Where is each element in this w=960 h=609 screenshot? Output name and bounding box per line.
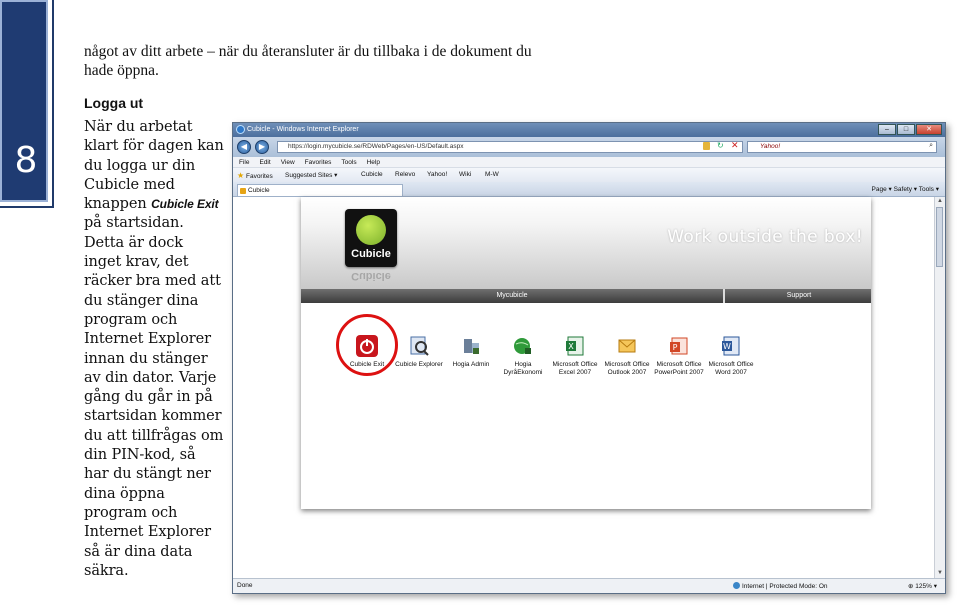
- menu-bar: File Edit View Favorites Tools Help: [233, 157, 945, 168]
- excel-icon: X: [564, 335, 586, 357]
- body-paragraph: När du arbetat klart för dagen kan du lo…: [84, 118, 224, 581]
- tagline: Work outside the box!: [667, 227, 863, 247]
- minimize-button[interactable]: –: [878, 124, 896, 135]
- favorites-bar: ★ Favorites Suggested Sites ▾ Cubicle Re…: [233, 168, 945, 183]
- window-title: Cubicle - Windows Internet Explorer: [247, 126, 359, 133]
- command-bar[interactable]: Page ▾ Safety ▾ Tools ▾: [872, 185, 939, 193]
- favorites-label: Favorites: [245, 173, 273, 180]
- search-placeholder: Yahoo!: [760, 143, 781, 150]
- app-excel[interactable]: X Microsoft Office Excel 2007: [549, 335, 601, 376]
- power-icon: [356, 335, 378, 357]
- page-tab-inner: 8: [0, 0, 48, 202]
- hero-banner: Cubicle Cubicle Work outside the box!: [301, 197, 871, 289]
- menu-edit[interactable]: Edit: [259, 157, 270, 167]
- tab-cubicle[interactable]: Cubicle: [237, 184, 403, 196]
- app-grid: Cubicle Exit Cubicle Explorer Hogia Admi…: [336, 314, 761, 405]
- url-input[interactable]: https://login.mycubicle.se/RDWeb/Pages/e…: [277, 141, 743, 153]
- fav-yahoo[interactable]: Yahoo!: [427, 171, 447, 178]
- scroll-up-icon[interactable]: ▲: [936, 198, 944, 206]
- security-zone: Internet | Protected Mode: On: [733, 582, 828, 590]
- app-hogia-admin[interactable]: Hogia Admin: [445, 335, 497, 369]
- scroll-thumb[interactable]: [936, 207, 943, 267]
- close-button[interactable]: ✕: [916, 124, 942, 135]
- section-heading: Logga ut: [84, 95, 144, 111]
- url-text: https://login.mycubicle.se/RDWeb/Pages/e…: [288, 143, 464, 150]
- menu-view[interactable]: View: [281, 157, 295, 167]
- search-input[interactable]: Yahoo! ⌕: [747, 141, 937, 153]
- powerpoint-icon: P: [668, 335, 690, 357]
- logo-circle-icon: [356, 215, 386, 245]
- lock-icon[interactable]: [703, 142, 710, 150]
- logo-reflection: Cubicle: [351, 270, 391, 282]
- app-outlook[interactable]: Microsoft Office Outlook 2007: [601, 335, 653, 376]
- globe-icon: [512, 335, 534, 357]
- internet-zone-icon: [733, 582, 740, 589]
- cubicle-logo: Cubicle: [345, 209, 397, 267]
- tab-favicon-icon: [240, 188, 246, 194]
- star-icon: ★: [237, 171, 245, 180]
- app-label: Cubicle Explorer: [395, 361, 443, 368]
- nav-mycubicle[interactable]: Mycubicle: [301, 289, 725, 303]
- zoom-level[interactable]: ⊕ 125% ▾: [908, 582, 937, 590]
- app-powerpoint[interactable]: P Microsoft Office PowerPoint 2007: [653, 335, 705, 376]
- app-label: Microsoft Office PowerPoint 2007: [654, 361, 704, 376]
- outlook-icon: [616, 335, 638, 357]
- browser-window: Cubicle - Windows Internet Explorer – □ …: [232, 122, 946, 594]
- status-text: Done: [237, 582, 253, 589]
- word-icon: W: [720, 335, 742, 357]
- app-hogia-dyraekonomi[interactable]: Hogia DyråEkonomi: [497, 335, 549, 376]
- app-cubicle-exit[interactable]: Cubicle Exit: [336, 314, 398, 376]
- logo-text: Cubicle: [351, 248, 391, 260]
- address-bar: ◀ ▶ https://login.mycubicle.se/RDWeb/Pag…: [233, 137, 945, 157]
- menu-file[interactable]: File: [239, 157, 249, 167]
- nav-support[interactable]: Support: [727, 289, 871, 303]
- app-label: Hogia DyråEkonomi: [503, 361, 543, 376]
- intro-paragraph: något av ditt arbete – när du återanslut…: [84, 43, 532, 79]
- zone-text: Internet | Protected Mode: On: [742, 583, 828, 590]
- cubicle-page: Cubicle Cubicle Work outside the box! My…: [301, 197, 871, 509]
- refresh-icon[interactable]: ↻: [717, 141, 724, 150]
- page-tab: 8: [0, 0, 54, 208]
- app-label: Hogia Admin: [452, 361, 490, 368]
- page-number: 8: [14, 140, 38, 181]
- maximize-button[interactable]: □: [897, 124, 915, 135]
- magnifier-icon: [408, 335, 430, 357]
- status-bar: Done Internet | Protected Mode: On ⊕ 125…: [233, 578, 945, 593]
- stop-icon[interactable]: ✕: [731, 140, 739, 151]
- menu-tools[interactable]: Tools: [341, 157, 356, 167]
- search-icon[interactable]: ⌕: [929, 142, 933, 150]
- svg-text:P: P: [673, 343, 678, 352]
- tab-title: Cubicle: [248, 187, 270, 194]
- site-nav: Mycubicle Support: [301, 289, 871, 303]
- svg-text:X: X: [568, 342, 574, 351]
- fav-cubicle[interactable]: Cubicle: [361, 171, 383, 178]
- vertical-scrollbar[interactable]: ▲ ▼: [934, 197, 945, 579]
- ie-logo-icon: [236, 125, 245, 134]
- app-label: Microsoft Office Excel 2007: [552, 361, 598, 376]
- svg-text:W: W: [723, 342, 731, 351]
- zoom-text: 125%: [915, 583, 932, 590]
- app-word[interactable]: W Microsoft Office Word 2007: [705, 335, 757, 376]
- back-button[interactable]: ◀: [237, 140, 251, 154]
- app-cubicle-explorer[interactable]: Cubicle Explorer: [393, 335, 445, 369]
- fav-suggested-sites[interactable]: Suggested Sites ▾: [285, 171, 337, 179]
- fav-mw[interactable]: M-W: [485, 171, 499, 178]
- body-text-end: på startsidan. Detta är dock inget krav,…: [84, 215, 224, 579]
- app-label: Microsoft Office Word 2007: [708, 361, 754, 376]
- scroll-down-icon[interactable]: ▼: [936, 570, 944, 578]
- tab-bar: Cubicle Page ▾ Safety ▾ Tools ▾: [233, 182, 945, 197]
- menu-favorites[interactable]: Favorites: [305, 157, 332, 167]
- forward-button[interactable]: ▶: [255, 140, 269, 154]
- title-bar: Cubicle - Windows Internet Explorer – □ …: [233, 123, 945, 137]
- favorites-button[interactable]: ★ Favorites: [237, 171, 273, 180]
- menu-help[interactable]: Help: [367, 157, 380, 167]
- fav-wiki[interactable]: Wiki: [459, 171, 471, 178]
- body-ui-term: Cubicle Exit: [151, 197, 219, 212]
- hogia-admin-icon: [460, 335, 482, 357]
- fav-relevo[interactable]: Relevo: [395, 171, 415, 178]
- window-controls: – □ ✕: [878, 124, 942, 135]
- app-label: Microsoft Office Outlook 2007: [604, 361, 650, 376]
- page-viewport: Cubicle Cubicle Work outside the box! My…: [233, 197, 913, 579]
